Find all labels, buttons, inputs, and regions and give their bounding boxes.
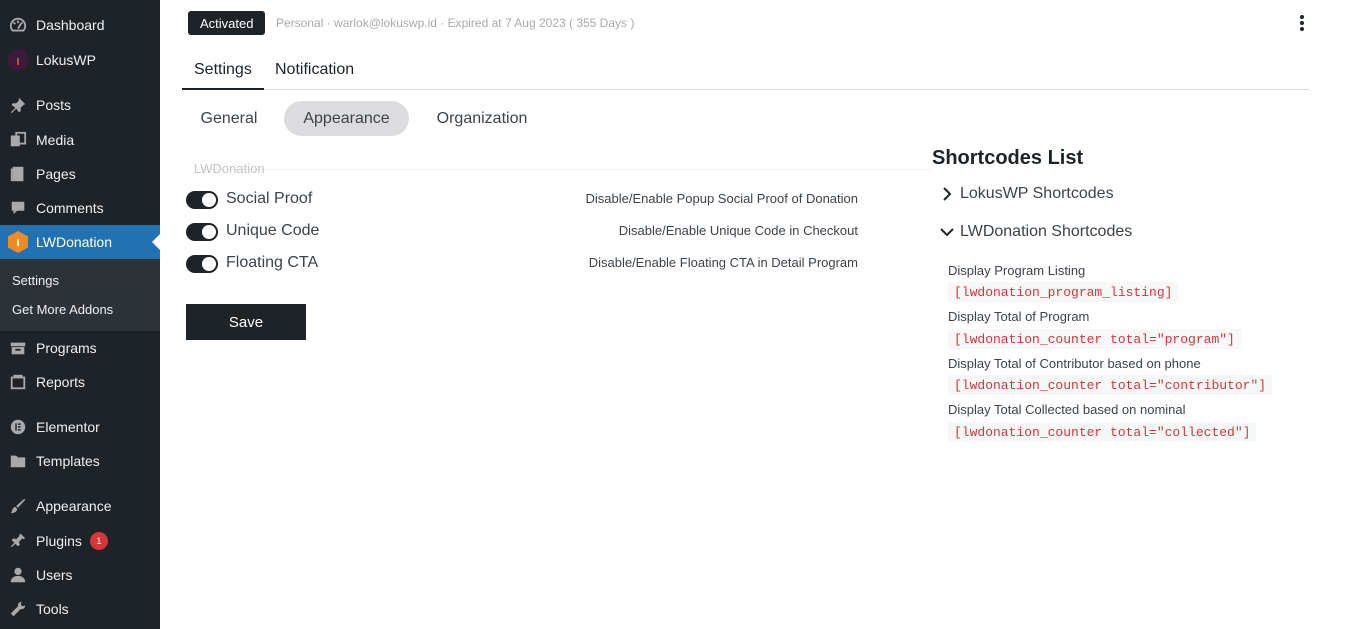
paintbrush-icon [8,496,28,516]
submenu-item-get-more-addons[interactable]: Get More Addons [12,302,113,317]
setting-label: Floating CTA [226,254,319,271]
subtab-appearance[interactable]: Appearance [284,101,409,136]
sidebar-item-label: Dashboard [36,17,105,33]
section-divider [194,169,931,170]
more-options-icon[interactable] [1292,12,1312,34]
sidebar-item-label: Pages [36,166,76,182]
sidebar-item-label: Appearance [36,498,112,514]
sidebar-item-lokuswp[interactable]: ι LokusWP [0,43,160,77]
sidebar-item-label: Programs [36,340,97,356]
shortcode-group-lwdonation[interactable]: LWDonation Shortcodes [940,223,1132,241]
setting-label: Social Proof [226,190,313,207]
sidebar-item-label: LokusWP [36,52,96,68]
shortcode-group-lokuswp[interactable]: LokusWP Shortcodes [940,185,1114,203]
sidebar-item-lwdonation[interactable]: ι LWDonation [0,225,160,259]
shortcode-group-label: LokusWP Shortcodes [960,185,1114,202]
page: Dashboard ι LokusWP Posts Media Pages Co… [0,0,1347,629]
pushpin-icon [8,95,28,115]
lokuswp-logo-icon: ι [8,49,28,71]
sidebar-item-label: Comments [36,200,104,216]
setting-description: Disable/Enable Unique Code in Checkout [618,223,858,238]
sidebar-item-label: LWDonation [36,234,113,250]
section-title: LWDonation [194,161,265,176]
archive-icon [8,338,28,358]
shortcode-description: Display Program Listing [948,263,1086,278]
sidebar-item-label: Elementor [36,419,100,435]
sidebar-item-label: Media [36,132,75,148]
shortcode-code[interactable]: [lwdonation_counter total="contributor"] [948,375,1273,395]
plugin-icon [8,531,28,551]
save-button[interactable]: Save [186,304,306,340]
sidebar-item-label: Users [36,567,73,583]
media-icon [8,130,28,150]
subtab-organization[interactable]: Organization [424,101,540,136]
subtab-general[interactable]: General [188,101,270,136]
sidebar-item-templates[interactable]: Templates [0,444,160,478]
floating-cta-toggle[interactable] [186,255,218,273]
shortcode-code[interactable]: [lwdonation_counter total="collected"] [948,422,1257,442]
setting-row-social-proof: Social Proof Disable/Enable Popup Social… [186,188,858,212]
tab-notification[interactable]: Notification [275,61,354,79]
sidebar-item-plugins[interactable]: Plugins 1 [0,524,160,558]
sidebar-item-dashboard[interactable]: Dashboard [0,8,160,42]
comment-icon [8,198,28,218]
shortcode-description: Display Total of Program [948,309,1090,324]
sidebar-item-reports[interactable]: Reports [0,365,160,399]
sidebar-item-label: Posts [36,97,72,113]
chevron-down-icon [940,226,954,238]
setting-label: Unique Code [226,222,320,239]
admin-sidebar: Dashboard ι LokusWP Posts Media Pages Co… [0,0,160,629]
chevron-right-icon [940,187,954,201]
sidebar-item-label: Templates [36,453,100,469]
sidebar-item-label: Plugins [36,533,82,549]
shortcode-description: Display Total of Contributor based on ph… [948,356,1201,371]
shortcode-group-label: LWDonation Shortcodes [960,223,1133,240]
plugins-update-badge: 1 [89,532,108,550]
reports-icon [8,372,28,392]
sidebar-item-posts[interactable]: Posts [0,88,160,122]
submenu-item-settings[interactable]: Settings [12,273,59,288]
sidebar-item-tools[interactable]: Tools [0,592,160,626]
user-icon [8,565,28,585]
lwdonation-logo-icon: ι [8,231,28,253]
dashboard-icon [8,15,28,35]
sidebar-item-elementor[interactable]: Elementor [0,410,160,444]
sidebar-submenu: Settings Get More Addons [0,259,160,331]
setting-row-floating-cta: Floating CTA Disable/Enable Floating CTA… [186,252,858,276]
sidebar-item-media[interactable]: Media [0,123,160,157]
shortcode-code[interactable]: [lwdonation_program_listing] [948,282,1179,302]
license-info: Personal · warlok@lokuswp.id · Expired a… [276,16,635,30]
sidebar-item-users[interactable]: Users [0,558,160,592]
unique-code-toggle[interactable] [186,223,218,241]
license-status-badge: Activated [188,11,266,35]
pages-icon [8,164,28,184]
sidebar-item-programs[interactable]: Programs [0,331,160,365]
wrench-icon [8,599,28,619]
sidebar-item-pages[interactable]: Pages [0,157,160,191]
setting-row-unique-code: Unique Code Disable/Enable Unique Code i… [186,220,858,244]
sidebar-item-label: Tools [36,601,69,617]
sidebar-item-label: Reports [36,374,86,390]
setting-description: Disable/Enable Popup Social Proof of Don… [585,191,858,206]
sidebar-item-comments[interactable]: Comments [0,191,160,225]
social-proof-toggle[interactable] [186,191,218,209]
tab-settings[interactable]: Settings [182,61,264,90]
top-tabs: Settings Notification [182,52,1309,90]
shortcode-description: Display Total Collected based on nominal [948,402,1186,417]
shortcodes-title: Shortcodes List [932,147,1084,169]
shortcode-code[interactable]: [lwdonation_counter total="program"] [948,329,1241,349]
folder-icon [8,451,28,471]
setting-description: Disable/Enable Floating CTA in Detail Pr… [588,255,858,270]
elementor-icon [8,417,28,437]
sidebar-item-appearance[interactable]: Appearance [0,489,160,523]
